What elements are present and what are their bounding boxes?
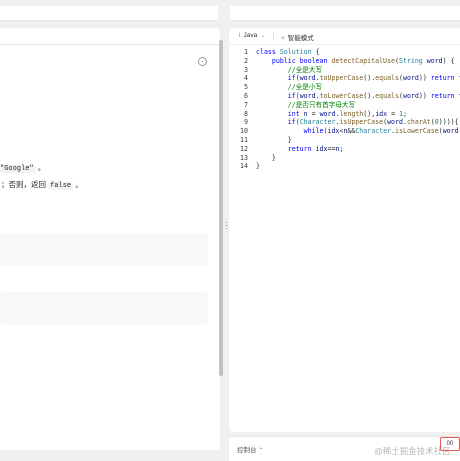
divider <box>0 44 220 45</box>
code-content: } <box>256 162 260 171</box>
console-toggle-button[interactable]: 控制台 ⌃ <box>237 444 264 454</box>
code-line[interactable]: 2 public boolean detectCapitalUse(String… <box>229 57 460 66</box>
problem-description-panel: "Google" 。 ；否则，返回 false 。 <box>0 28 220 450</box>
code-line[interactable]: 4 if(word.toUpperCase().equals(word)) re… <box>229 74 460 83</box>
code-content: return idx==n; <box>287 144 344 153</box>
code-line[interactable]: 12 return idx==n; <box>229 145 460 154</box>
code-line[interactable]: 5 //全是小写 <box>229 83 460 92</box>
line-number: 1 <box>244 48 248 56</box>
code-content: if(word.toUpperCase().equals(word)) retu… <box>287 74 460 83</box>
code-line[interactable]: 7 //是否只有首字母大写 <box>229 101 460 110</box>
right-header-bar <box>230 6 460 21</box>
left-header-bar <box>0 6 218 21</box>
inline-code: false <box>48 182 74 190</box>
code-content: if(word.toLowerCase().equals(word)) retu… <box>287 91 460 100</box>
code-line[interactable]: 13 } <box>229 154 460 163</box>
line-number: 12 <box>240 144 248 153</box>
line-number: 8 <box>244 109 248 118</box>
line-number: 9 <box>244 118 248 127</box>
code-content: //全是小写 <box>287 83 323 92</box>
code-line[interactable]: 14} <box>229 162 460 171</box>
code-line[interactable]: 6 if(word.toLowerCase().equals(word)) re… <box>229 92 460 101</box>
description-line-2: ；否则，返回 false 。 <box>1 180 83 190</box>
example-block-2 <box>0 292 208 325</box>
editor-toolbar: i Java ⌄ + 智能模式 <box>229 28 460 45</box>
description-scrollbar[interactable] <box>219 40 223 376</box>
line-number: 3 <box>244 65 248 74</box>
code-content: public boolean detectCapitalUse(String w… <box>271 56 455 65</box>
inline-code: "Google" <box>0 165 36 173</box>
code-line[interactable]: 3 //全是大写 <box>229 66 460 75</box>
code-line[interactable]: 1 class Solution { <box>229 48 460 57</box>
code-content: //全是大写 <box>287 65 323 74</box>
line-number: 10 <box>240 127 248 136</box>
circle-icon[interactable] <box>198 57 207 66</box>
line-number: 2 <box>244 56 248 65</box>
example-block-1 <box>0 233 208 266</box>
line-number: 14 <box>240 162 248 171</box>
description-line-1: "Google" 。 <box>0 163 46 173</box>
code-content: class Solution { <box>256 48 320 56</box>
corner-badge[interactable]: 00 <box>440 437 460 451</box>
chevron-down-icon: ⌄ <box>260 33 266 39</box>
code-editor-panel: i Java ⌄ + 智能模式 1 class Solution {2 public b… <box>229 28 460 432</box>
chevron-up-icon: ⌃ <box>258 448 264 454</box>
code-content: while(idx<n&&Character.isLowerCase(word.… <box>303 127 460 136</box>
code-content: } <box>256 135 292 144</box>
code-content: } <box>256 153 276 162</box>
plus-icon: + <box>281 35 285 42</box>
code-line[interactable]: 10 while(idx<n&&Character.isLowerCase(wo… <box>229 127 460 136</box>
line-number: 13 <box>240 153 248 162</box>
code-content: if(Character.isUpperCase(word.charAt(0))… <box>287 118 459 127</box>
line-number: 5 <box>244 83 248 92</box>
code-content: int n = word.length(),idx = 1; <box>287 109 407 118</box>
line-number: 4 <box>244 74 248 83</box>
panel-splitter-handle[interactable] <box>225 220 228 234</box>
code-content: //是否只有首字母大写 <box>287 100 356 109</box>
code-area[interactable]: 1 class Solution {2 public boolean detect… <box>229 48 460 208</box>
line-number: 11 <box>240 135 248 144</box>
language-select[interactable]: i Java ⌄ <box>239 32 265 39</box>
line-number: 6 <box>244 91 248 100</box>
smart-mode-button[interactable]: + 智能模式 <box>281 32 314 42</box>
top-strip <box>0 0 460 25</box>
language-icon: i <box>239 32 241 39</box>
toolbar-divider <box>273 32 274 40</box>
code-line[interactable]: 11 } <box>229 136 460 145</box>
code-line[interactable]: 9 if(Character.isUpperCase(word.charAt(0… <box>229 118 460 127</box>
code-line[interactable]: 8 int n = word.length(),idx = 1; <box>229 110 460 119</box>
line-number: 7 <box>244 100 248 109</box>
